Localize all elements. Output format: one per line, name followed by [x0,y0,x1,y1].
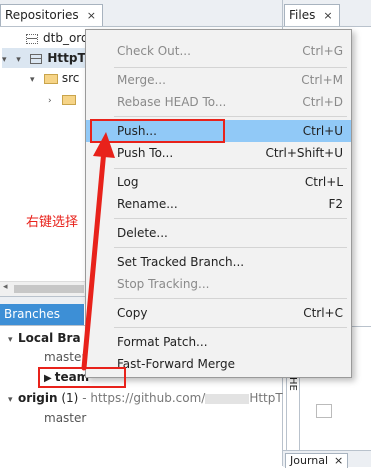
annotation-arrow [81,132,115,371]
annotation-label: 右键选择 [26,215,79,230]
